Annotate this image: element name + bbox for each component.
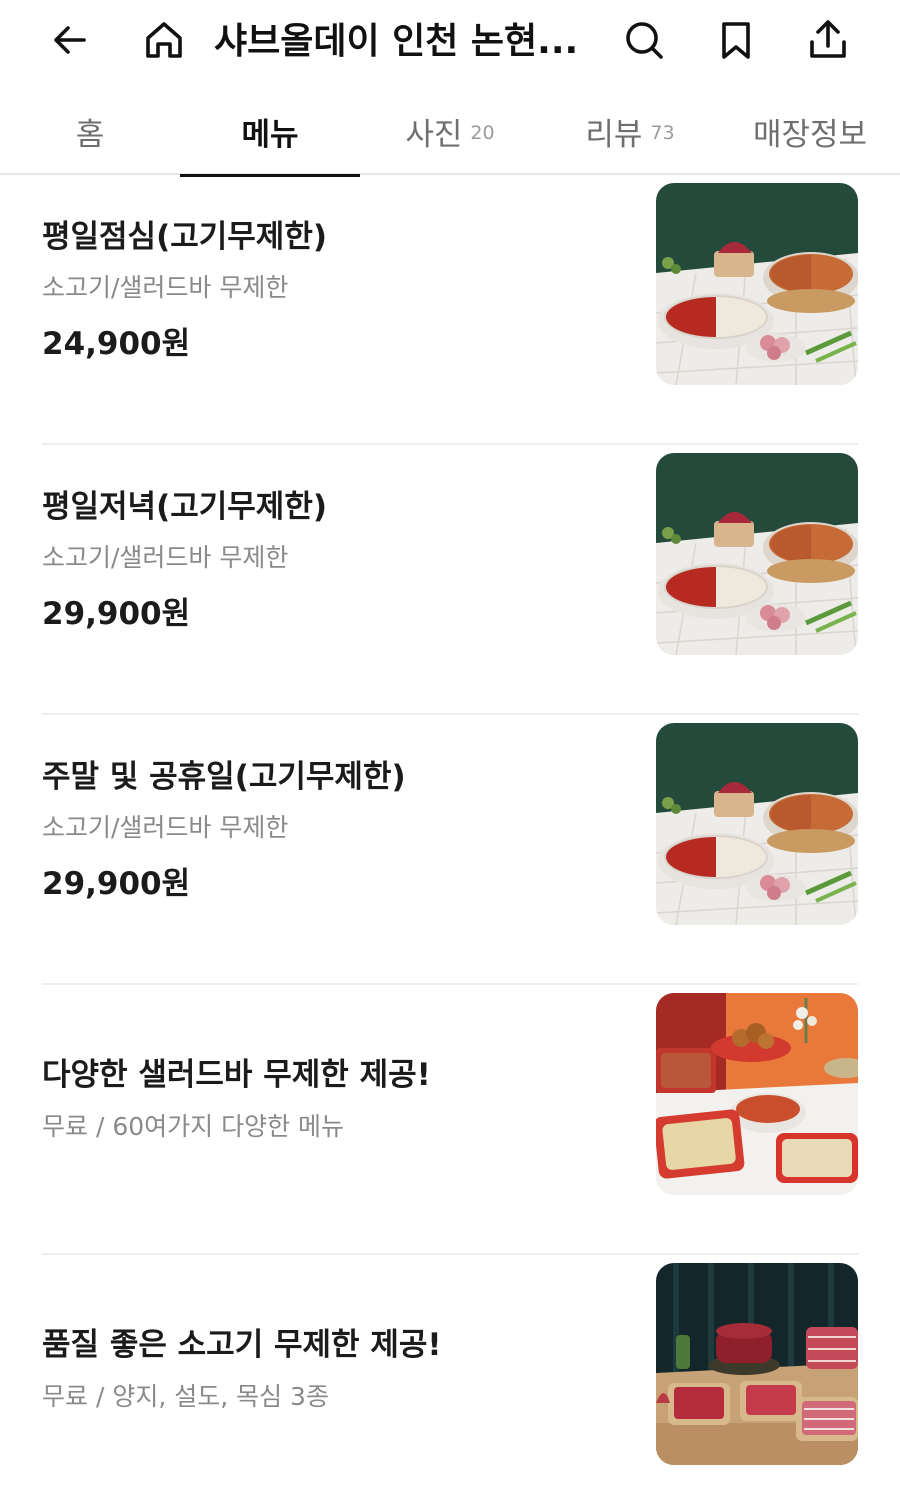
menu-item-name: 주말 및 공휴일(고기무제한) [42, 759, 406, 795]
tab-count: 20 [470, 121, 495, 144]
menu-item-description: 무료 / 양지, 설도, 목심 3종 [42, 1382, 329, 1411]
menu-item-description: 소고기/샐러드바 무제한 [42, 273, 289, 302]
tab-photos[interactable]: 사진 20 [360, 88, 540, 175]
menu-item-description: 소고기/샐러드바 무제한 [42, 543, 289, 572]
menu-item-name: 평일저녁(고기무제한) [42, 489, 328, 525]
tab-reviews[interactable]: 리뷰 73 [540, 88, 720, 175]
page-title: 샤브올데이 인천 논현... [214, 21, 579, 62]
menu-item-photo[interactable] [656, 453, 858, 655]
menu-item[interactable]: 평일저녁(고기무제한) 소고기/샐러드바 무제한 29,900원 [42, 445, 858, 715]
menu-item[interactable]: 품질 좋은 소고기 무제한 제공! 무료 / 양지, 설도, 목심 3종 [42, 1255, 858, 1495]
menu-item-photo[interactable] [656, 1263, 858, 1465]
share-icon[interactable] [802, 14, 854, 66]
tab-menu[interactable]: 메뉴 [180, 88, 360, 177]
menu-item[interactable]: 평일점심(고기무제한) 소고기/샐러드바 무제한 24,900원 [42, 175, 858, 445]
tab-store-info[interactable]: 매장정보 [720, 88, 900, 175]
tab-label: 사진 [405, 117, 463, 153]
tab-label: 홈 [75, 117, 105, 153]
menu-item-price: 29,900원 [42, 866, 191, 902]
search-icon[interactable] [618, 14, 670, 66]
tab-label: 매장정보 [752, 117, 868, 153]
menu-item-name: 평일점심(고기무제한) [42, 219, 328, 255]
menu-item[interactable]: 주말 및 공휴일(고기무제한) 소고기/샐러드바 무제한 29,900원 [42, 715, 858, 985]
tab-home[interactable]: 홈 [0, 88, 180, 175]
menu-item-description: 소고기/샐러드바 무제한 [42, 813, 289, 842]
top-bar: 샤브올데이 인천 논현... [0, 0, 900, 88]
menu-item-name: 다양한 샐러드바 무제한 제공! [42, 1057, 431, 1093]
menu-item[interactable]: 다양한 샐러드바 무제한 제공! 무료 / 60여가지 다양한 메뉴 [42, 985, 858, 1255]
tab-label: 메뉴 [241, 117, 299, 153]
home-icon[interactable] [138, 14, 190, 66]
menu-item-photo[interactable] [656, 993, 858, 1195]
tab-count: 73 [650, 121, 675, 144]
bookmark-icon[interactable] [710, 14, 762, 66]
menu-item-photo[interactable] [656, 183, 858, 385]
tab-label: 리뷰 [585, 117, 643, 153]
menu-item-name: 품질 좋은 소고기 무제한 제공! [42, 1327, 442, 1363]
menu-item-price: 29,900원 [42, 596, 191, 632]
tab-bar: 홈 메뉴 사진 20 리뷰 73 매장정보 [0, 88, 900, 177]
menu-item-description: 무료 / 60여가지 다양한 메뉴 [42, 1112, 345, 1141]
back-arrow-icon[interactable] [44, 14, 96, 66]
menu-item-photo[interactable] [656, 723, 858, 925]
menu-item-price: 24,900원 [42, 326, 191, 362]
